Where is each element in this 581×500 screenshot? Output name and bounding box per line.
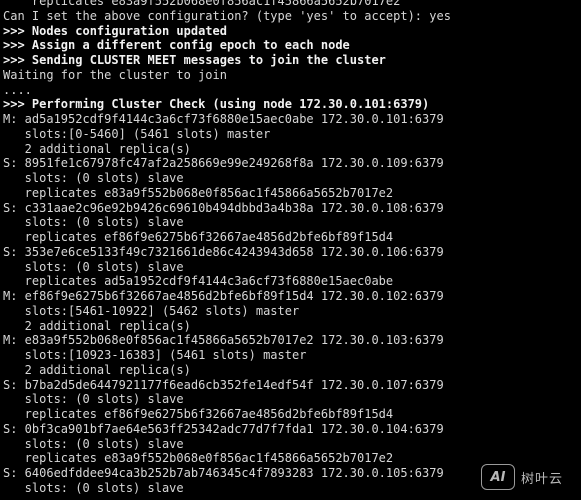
terminal-line: >>> Nodes configuration updated <box>3 23 227 38</box>
watermark-logo-icon: AI <box>481 464 515 490</box>
terminal-line: 2 additional replica(s) <box>3 141 191 156</box>
terminal-line: replicates e83a9f552b068e0f856ac1f45866a… <box>3 0 401 8</box>
terminal-line: slots: (0 slots) slave <box>3 392 184 407</box>
terminal-line: slots: (0 slots) slave <box>3 259 184 274</box>
terminal-line: .... <box>3 82 32 97</box>
terminal-line: replicates ef86f9e6275b6f32667ae4856d2bf… <box>3 230 394 244</box>
terminal-line: Can I set the above configuration? (type… <box>3 8 451 23</box>
terminal-line: replicates ef86f9e6275b6f32667ae4856d2bf… <box>3 407 394 421</box>
terminal-line: 2 additional replica(s) <box>3 362 191 377</box>
terminal-line: slots: (0 slots) slave <box>3 480 184 495</box>
terminal-line: 2 additional replica(s) <box>3 318 191 333</box>
terminal-line: >>> Sending CLUSTER MEET messages to joi… <box>3 53 386 67</box>
terminal-line: slots: (0 slots) slave <box>3 171 184 185</box>
terminal-line: S: b7ba2d5de6447921177f6ead6cb352fe14edf… <box>3 377 444 392</box>
terminal-line: slots: (0 slots) slave <box>3 215 184 230</box>
terminal-window[interactable]: replicates e83a9f552b068e0f856ac1f45866a… <box>0 0 581 500</box>
terminal-line: slots:[10923-16383] (5461 slots) master <box>3 348 307 362</box>
watermark: AI 树叶云 <box>477 460 575 494</box>
terminal-line: slots:[5461-10922] (5462 slots) master <box>3 303 300 318</box>
terminal-line: S: 0bf3ca901bf7ae64e563ff25342adc77d7f7f… <box>3 421 444 436</box>
terminal-line: >>> Assign a different config epoch to e… <box>3 38 350 53</box>
watermark-site-name: 树叶云 <box>521 471 564 487</box>
terminal-output: replicates e83a9f552b068e0f856ac1f45866a… <box>3 0 451 496</box>
terminal-line: replicates e83a9f552b068e0f856ac1f45866a… <box>3 185 394 200</box>
terminal-line: slots: (0 slots) slave <box>3 436 184 451</box>
terminal-line: S: 6406edfddee94ca3b252b7ab746345c4f7893… <box>3 466 444 480</box>
terminal-line: M: e83a9f552b068e0f856ac1f45866a5652b701… <box>3 333 444 348</box>
terminal-line: Waiting for the cluster to join <box>3 67 227 82</box>
terminal-line: M: ad5a1952cdf9f4144c3a6cf73f6880e15aec0… <box>3 112 444 126</box>
terminal-line: S: 8951fe1c67978fc47af2a258669e99e249268… <box>3 156 444 171</box>
terminal-line: M: ef86f9e6275b6f32667ae4856d2bfe6bf89f1… <box>3 289 444 303</box>
terminal-line: slots:[0-5460] (5461 slots) master <box>3 126 271 141</box>
terminal-line: replicates e83a9f552b068e0f856ac1f45866a… <box>3 451 394 466</box>
terminal-line: S: c331aae2c96e92b9426c69610b494dbbd3a4b… <box>3 200 444 215</box>
terminal-line: S: 353e7e6ce5133f49c7321661de86c4243943d… <box>3 244 444 259</box>
terminal-line: >>> Performing Cluster Check (using node… <box>3 97 430 112</box>
terminal-line: replicates ad5a1952cdf9f4144c3a6cf73f688… <box>3 274 394 289</box>
